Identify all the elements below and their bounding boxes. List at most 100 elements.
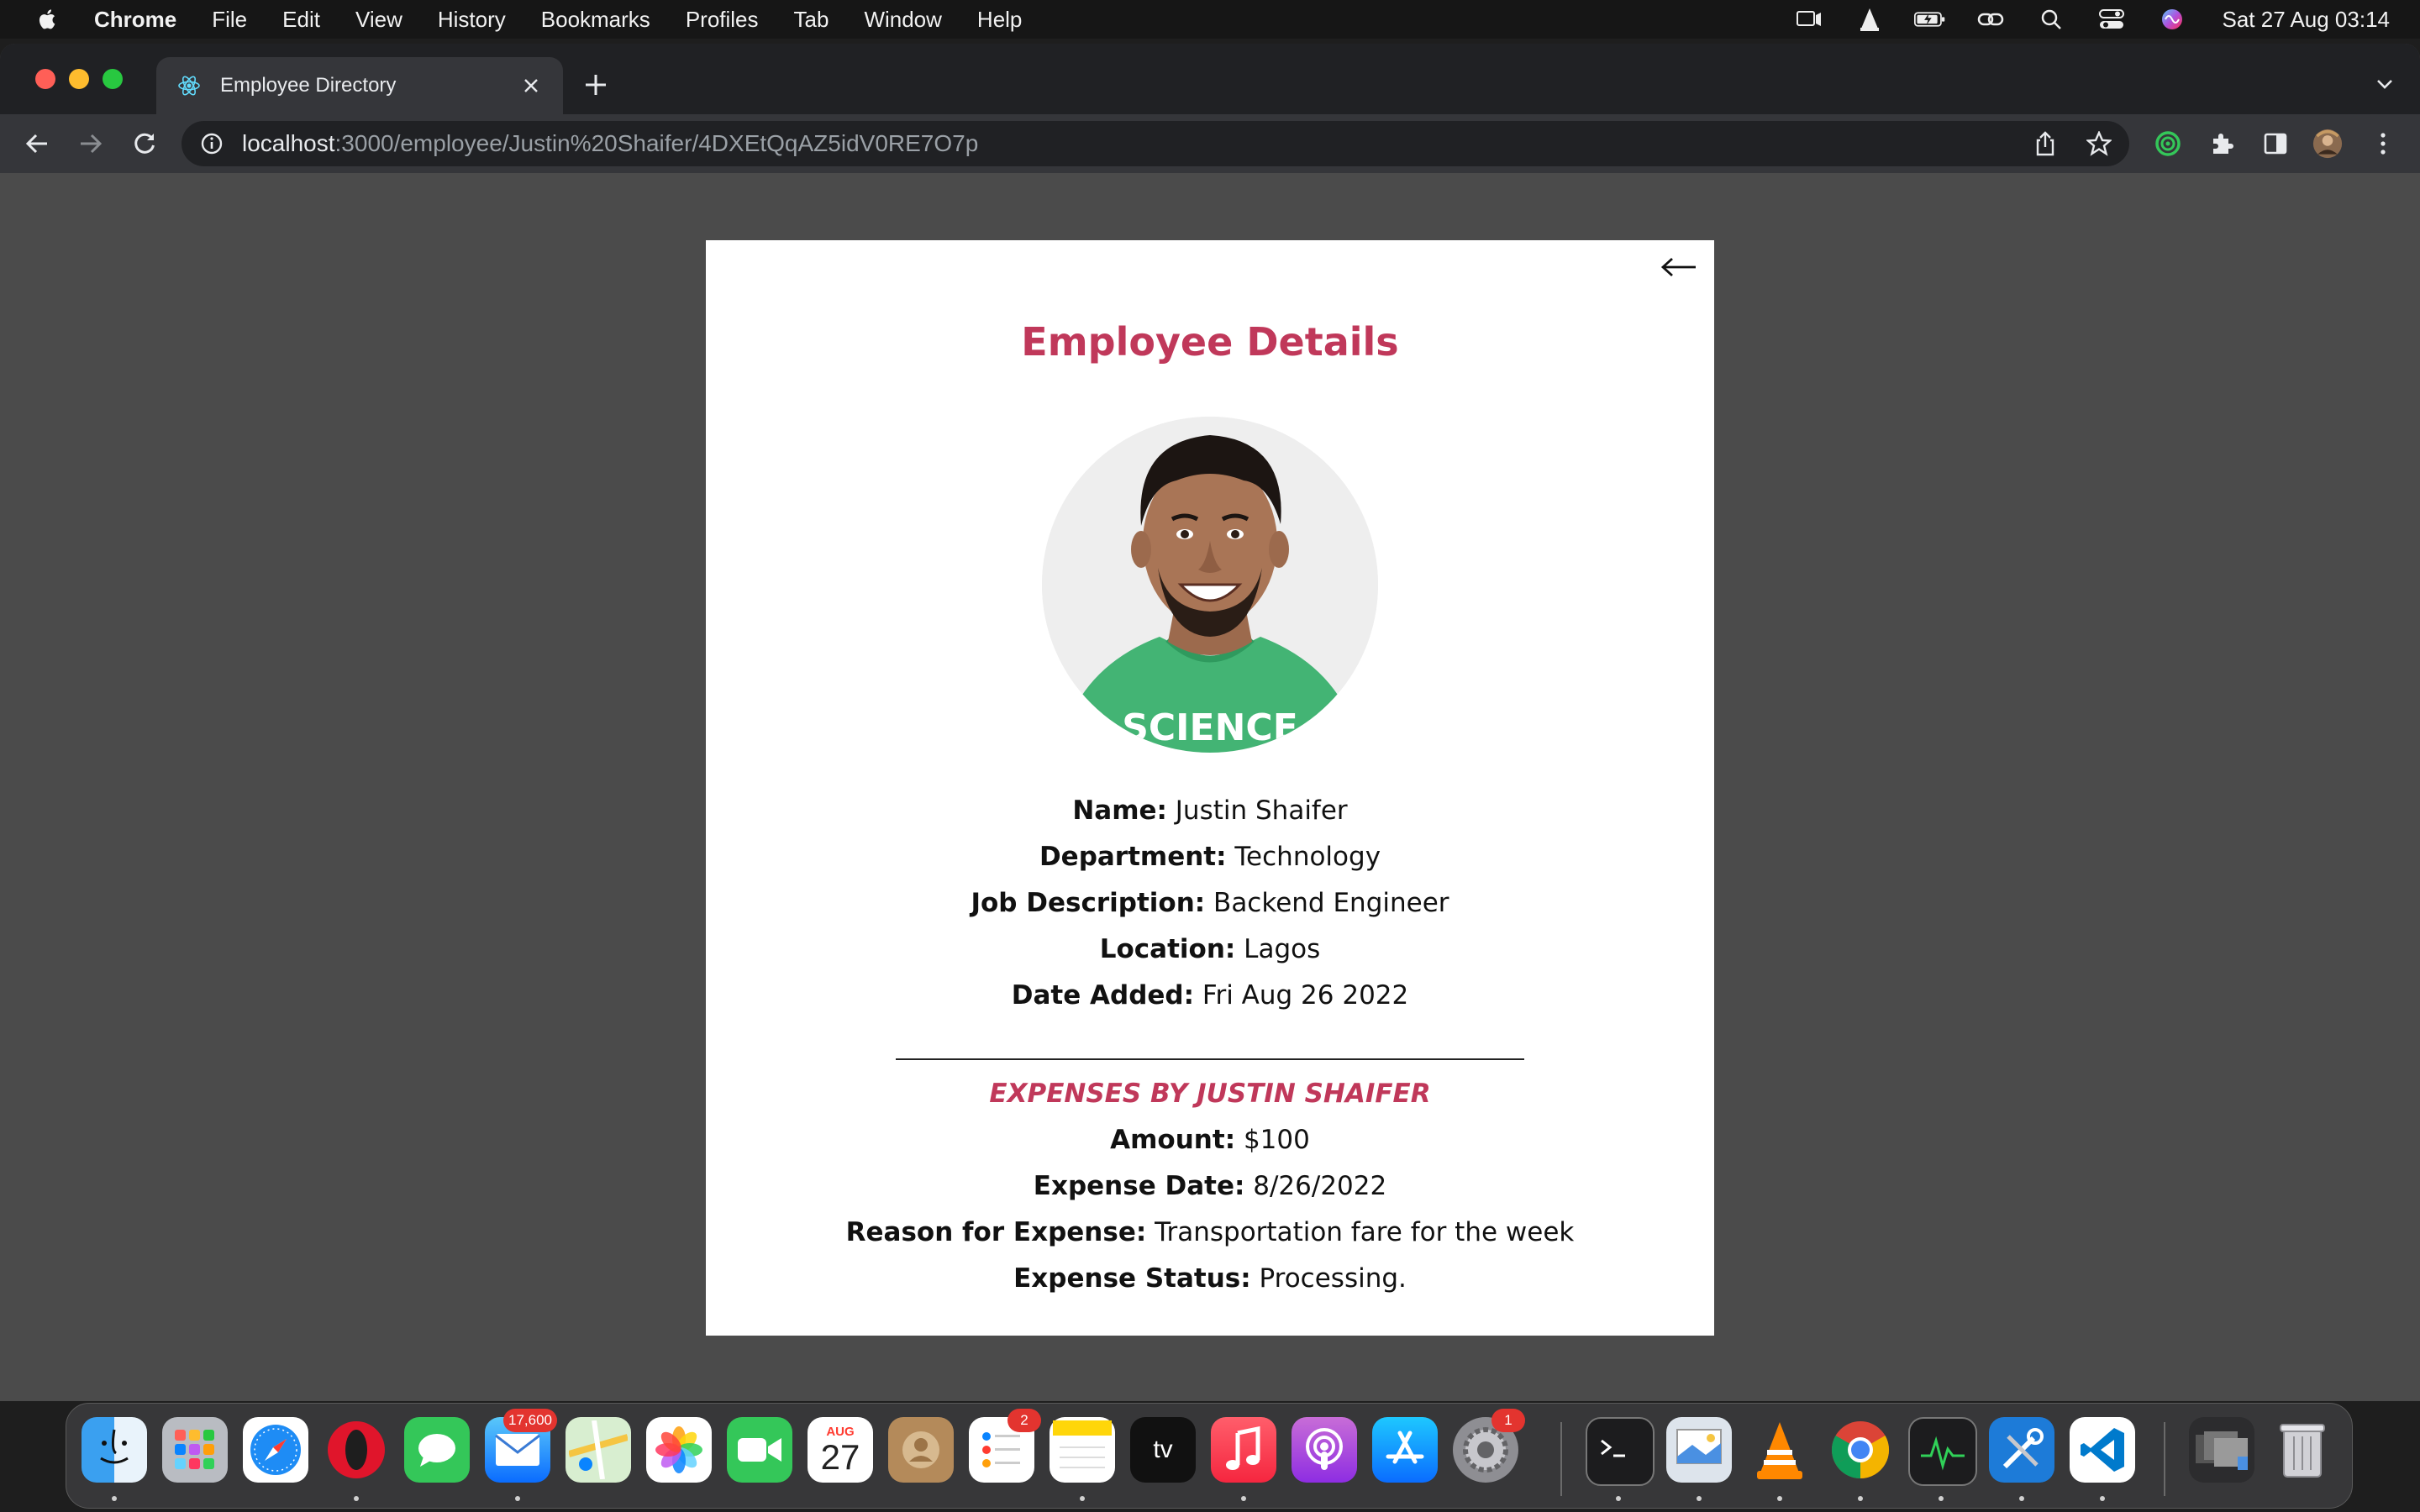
menu-help[interactable]: Help — [977, 7, 1022, 33]
vscode-icon[interactable] — [2070, 1417, 2135, 1483]
browser-toolbar: localhost:3000/employee/Justin%20Shaifer… — [0, 114, 2420, 173]
tab-search-chevron-icon[interactable] — [2373, 72, 2396, 96]
apple-tv-icon[interactable]: tv — [1130, 1417, 1196, 1483]
opera-icon[interactable] — [324, 1417, 389, 1483]
control-center-icon[interactable] — [2096, 7, 2128, 32]
expense-value-status: Processing. — [1259, 1263, 1407, 1294]
dock-separator — [2164, 1422, 2165, 1496]
menu-tab[interactable]: Tab — [794, 7, 829, 33]
music-icon[interactable] — [1211, 1417, 1276, 1483]
spotlight-search-icon[interactable] — [2035, 7, 2067, 32]
new-tab-icon[interactable] — [581, 71, 610, 99]
photos-icon[interactable] — [646, 1417, 712, 1483]
extension-green-ring-icon[interactable] — [2153, 129, 2183, 159]
back-button[interactable] — [22, 129, 52, 159]
launchpad-icon[interactable] — [162, 1417, 228, 1483]
expense-label: Expense Date: — [1033, 1171, 1245, 1201]
vlc-status-icon[interactable] — [1854, 7, 1886, 32]
developer-tools-icon[interactable] — [1989, 1417, 2054, 1483]
screen-mirroring-icon[interactable] — [1793, 7, 1825, 32]
tv-label: tv — [1153, 1436, 1173, 1463]
battery-icon[interactable] — [1914, 7, 1946, 32]
page-title: Employee Details — [1021, 319, 1399, 365]
minimize-window-button[interactable] — [69, 69, 89, 89]
running-indicator — [1939, 1496, 1944, 1501]
reminders-icon[interactable]: 2 — [969, 1409, 1041, 1483]
tab-strip: Employee Directory — [0, 44, 2420, 114]
detail-value-job-description: Backend Engineer — [1213, 888, 1449, 918]
link-icon[interactable] — [1975, 7, 2007, 32]
trash-icon[interactable] — [2270, 1417, 2335, 1483]
calendar-icon[interactable]: AUG 27 — [808, 1417, 873, 1483]
downloads-stack-icon[interactable] — [2189, 1417, 2254, 1483]
siri-icon[interactable] — [2156, 7, 2188, 32]
detail-value-date-added: Fri Aug 26 2022 — [1202, 980, 1409, 1011]
react-favicon-icon — [178, 76, 200, 96]
maps-icon[interactable] — [566, 1417, 631, 1483]
activity-monitor-icon[interactable] — [1908, 1417, 1977, 1486]
vlc-icon[interactable] — [1747, 1417, 1812, 1483]
app-store-icon[interactable] — [1372, 1417, 1438, 1483]
menu-history[interactable]: History — [438, 7, 506, 33]
menu-window[interactable]: Window — [864, 7, 941, 33]
close-window-button[interactable] — [35, 69, 55, 89]
tab-close-icon[interactable] — [518, 72, 544, 99]
expense-label: Expense Status: — [1013, 1263, 1251, 1294]
safari-icon[interactable] — [243, 1417, 308, 1483]
system-preferences-icon[interactable]: 1 — [1453, 1409, 1525, 1483]
chrome-menu-icon[interactable] — [2368, 129, 2398, 159]
forward-button[interactable] — [76, 129, 106, 159]
macos-dock: 17,600 AUG 27 2 tv 1 — [66, 1403, 2353, 1509]
menu-view[interactable]: View — [355, 7, 402, 33]
chrome-window: Employee Directory localhost:3000/emplo… — [0, 44, 2420, 1401]
url-host: localhost — [242, 130, 335, 156]
running-indicator — [1080, 1496, 1085, 1501]
running-indicator — [1241, 1496, 1246, 1501]
terminal-icon[interactable] — [1586, 1417, 1655, 1486]
menu-bookmarks[interactable]: Bookmarks — [541, 7, 650, 33]
share-icon[interactable] — [2030, 129, 2060, 159]
detail-value-department: Technology — [1234, 842, 1381, 872]
tab-title: Employee Directory — [220, 74, 397, 97]
tab-employee-directory[interactable]: Employee Directory — [156, 57, 563, 114]
preview-icon[interactable] — [1666, 1417, 1732, 1483]
reload-button[interactable] — [129, 129, 160, 159]
podcasts-icon[interactable] — [1292, 1417, 1357, 1483]
expense-label: Amount: — [1110, 1125, 1236, 1155]
chrome-icon[interactable] — [1828, 1417, 1893, 1483]
section-divider — [896, 1058, 1524, 1060]
contacts-icon[interactable] — [888, 1417, 954, 1483]
running-indicator — [354, 1496, 359, 1501]
menu-file[interactable]: File — [212, 7, 247, 33]
menu-app-chrome[interactable]: Chrome — [94, 7, 176, 33]
profile-avatar-icon[interactable] — [2312, 129, 2343, 159]
running-indicator — [1616, 1496, 1621, 1501]
messages-icon[interactable] — [404, 1417, 470, 1483]
menu-edit[interactable]: Edit — [282, 7, 320, 33]
menu-profiles[interactable]: Profiles — [686, 7, 759, 33]
dock-separator — [1560, 1422, 1562, 1496]
notes-icon[interactable] — [1050, 1417, 1115, 1483]
back-arrow-icon[interactable] — [1659, 250, 1699, 284]
zoom-window-button[interactable] — [103, 69, 123, 89]
apple-menu-icon[interactable] — [35, 7, 60, 32]
expense-value-reason: Transportation fare for the week — [1155, 1217, 1575, 1247]
address-bar[interactable]: localhost:3000/employee/Justin%20Shaifer… — [182, 121, 2129, 166]
expense-row-reason: Reason for Expense: Transportation fare … — [706, 1210, 1714, 1256]
extensions-puzzle-icon[interactable] — [2207, 129, 2237, 159]
running-indicator — [112, 1496, 117, 1501]
expense-details: Amount: $100 Expense Date: 8/26/2022 Rea… — [706, 1117, 1714, 1302]
calendar-day: 27 — [820, 1436, 860, 1477]
menubar-clock[interactable]: Sat 27 Aug 03:14 — [2222, 7, 2390, 33]
mail-icon[interactable]: 17,600 — [485, 1409, 557, 1483]
finder-icon[interactable] — [82, 1417, 147, 1483]
detail-label: Location: — [1099, 934, 1236, 964]
calendar-month: AUG — [826, 1424, 855, 1439]
side-panel-icon[interactable] — [2260, 129, 2291, 159]
menubar-status-area: Sat 27 Aug 03:14 — [1765, 0, 2390, 39]
employee-avatar: SCIENCE — [1042, 417, 1378, 753]
url-path: :3000/employee/Justin%20Shaifer/4DXEtQqA… — [334, 130, 979, 156]
bookmark-star-icon[interactable] — [2084, 129, 2114, 159]
site-info-icon[interactable] — [200, 132, 224, 155]
facetime-icon[interactable] — [727, 1417, 792, 1483]
